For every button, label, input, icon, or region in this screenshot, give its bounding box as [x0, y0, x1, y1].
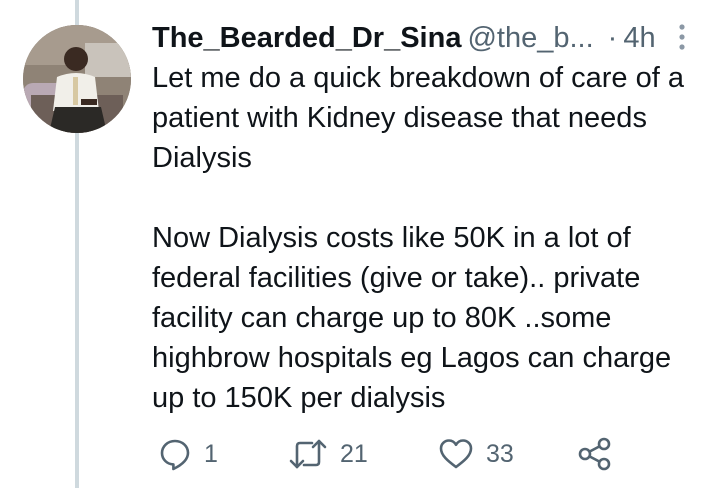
like-count: 33	[486, 439, 514, 468]
tweet-actions: 1 21 33	[152, 432, 632, 476]
tweet-header: The_Bearded_Dr_Sina @the_b... · 4h	[152, 18, 692, 58]
heart-icon	[439, 439, 473, 469]
display-name[interactable]: The_Bearded_Dr_Sina	[152, 22, 461, 54]
retweet-count: 21	[340, 439, 368, 468]
avatar-image	[23, 25, 131, 133]
tweet-paragraph: Let me do a quick breakdown of care of a…	[152, 62, 684, 174]
retweet-button[interactable]: 21	[288, 432, 368, 476]
reply-button[interactable]: 1	[158, 432, 218, 476]
separator-dot: ·	[607, 22, 618, 54]
like-button[interactable]: 33	[438, 432, 514, 476]
timestamp[interactable]: 4h	[623, 22, 655, 54]
avatar[interactable]	[23, 25, 131, 133]
more-vertical-icon	[679, 24, 685, 50]
retweet-icon	[289, 439, 327, 469]
reply-count: 1	[204, 439, 218, 468]
tweet-text: Let me do a quick breakdown of care of a…	[152, 58, 708, 418]
more-options-button[interactable]	[672, 23, 692, 53]
share-icon	[578, 437, 611, 471]
reply-icon	[160, 439, 190, 471]
tweet-paragraph: Now Dialysis costs like 50K in a lot of …	[152, 222, 672, 414]
share-button[interactable]	[577, 432, 613, 476]
user-handle[interactable]: @the_b...	[467, 22, 593, 54]
